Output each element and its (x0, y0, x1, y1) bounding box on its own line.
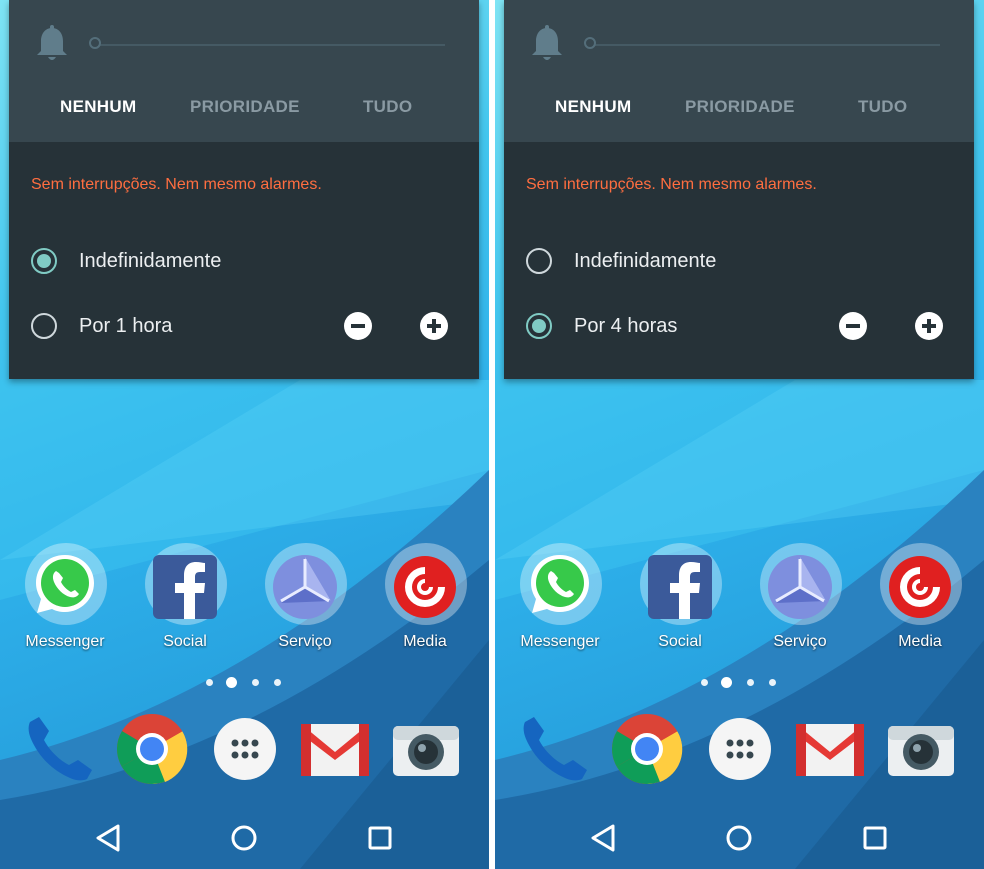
app-label: Media (403, 633, 447, 650)
app-label: Messenger (25, 633, 105, 650)
warning-text: Sem interrupções. Nem mesmo alarmes. (31, 176, 322, 193)
volume-slider-thumb[interactable] (89, 37, 101, 49)
phone-screen-left: NENHUM PRIORIDADE TUDO Sem interrupções.… (0, 0, 489, 869)
option-duration[interactable]: Por 4 horas (526, 311, 966, 341)
warning-text: Sem interrupções. Nem mesmo alarmes. (526, 176, 817, 193)
option-indefinitely[interactable]: Indefinidamente (526, 246, 966, 276)
bell-icon (532, 25, 562, 60)
app-folder-messenger[interactable]: Messenger (514, 543, 606, 659)
pocketcasts-icon (889, 556, 951, 618)
option-indefinitely[interactable]: Indefinidamente (31, 246, 471, 276)
option-label: Indefinidamente (574, 250, 717, 272)
interruptions-panel: NENHUM PRIORIDADE TUDO Sem interrupções.… (9, 0, 479, 379)
page-dot (206, 679, 213, 686)
app-label: Media (898, 633, 942, 650)
page-dot (274, 679, 281, 686)
app-drawer-icon[interactable] (703, 712, 777, 786)
increase-duration-button[interactable] (420, 312, 448, 340)
app-label: Messenger (520, 633, 600, 650)
volume-slider-track[interactable] (594, 44, 940, 46)
home-icon[interactable] (719, 818, 759, 858)
chrome-icon[interactable] (610, 712, 684, 786)
camera-icon[interactable] (389, 712, 463, 786)
clock-icon (273, 555, 337, 619)
option-label: Por 4 horas (574, 315, 678, 337)
app-folder-social[interactable]: Social (139, 543, 231, 659)
tab-nenhum[interactable]: NENHUM (60, 97, 136, 117)
page-indicator (206, 675, 286, 691)
facebook-icon (153, 555, 217, 619)
option-label: Indefinidamente (79, 250, 222, 272)
back-icon[interactable] (88, 818, 128, 858)
app-folder-media[interactable]: Media (379, 543, 471, 659)
clock-icon (768, 555, 832, 619)
radio-button[interactable] (526, 248, 552, 274)
tab-prioridade[interactable]: PRIORIDADE (685, 97, 795, 117)
app-folder-servico[interactable]: Serviço (754, 543, 846, 659)
panel-header (9, 0, 479, 142)
panel-header (504, 0, 974, 142)
decrease-duration-button[interactable] (839, 312, 867, 340)
interruptions-panel: NENHUM PRIORIDADE TUDO Sem interrupções.… (504, 0, 974, 379)
page-dot (252, 679, 259, 686)
app-folder-media[interactable]: Media (874, 543, 966, 659)
phone-icon[interactable] (22, 712, 96, 786)
tab-tudo[interactable]: TUDO (363, 97, 412, 117)
radio-button[interactable] (31, 313, 57, 339)
app-label: Serviço (773, 633, 827, 650)
page-dot-current (226, 677, 237, 688)
bell-icon (37, 25, 67, 60)
radio-button[interactable] (526, 313, 552, 339)
recents-icon[interactable] (360, 818, 400, 858)
page-dot (747, 679, 754, 686)
tab-nenhum[interactable]: NENHUM (555, 97, 631, 117)
back-icon[interactable] (583, 818, 623, 858)
recents-icon[interactable] (855, 818, 895, 858)
page-dot-current (721, 677, 732, 688)
option-duration[interactable]: Por 1 hora (31, 311, 471, 341)
home-icon[interactable] (224, 818, 264, 858)
app-label: Serviço (278, 633, 332, 650)
phone-screen-right: NENHUM PRIORIDADE TUDO Sem interrupções.… (495, 0, 984, 869)
page-dot (769, 679, 776, 686)
radio-button[interactable] (31, 248, 57, 274)
decrease-duration-button[interactable] (344, 312, 372, 340)
tab-prioridade[interactable]: PRIORIDADE (190, 97, 300, 117)
app-folder-social[interactable]: Social (634, 543, 726, 659)
page-indicator (701, 675, 781, 691)
whatsapp-icon (531, 555, 589, 613)
app-folder-servico[interactable]: Serviço (259, 543, 351, 659)
gmail-icon[interactable] (298, 712, 372, 786)
volume-slider-track[interactable] (99, 44, 445, 46)
pocketcasts-icon (394, 556, 456, 618)
app-label: Social (658, 633, 702, 650)
whatsapp-icon (36, 555, 94, 613)
option-label: Por 1 hora (79, 315, 173, 337)
gmail-icon[interactable] (793, 712, 867, 786)
camera-icon[interactable] (884, 712, 958, 786)
increase-duration-button[interactable] (915, 312, 943, 340)
volume-slider-thumb[interactable] (584, 37, 596, 49)
page-dot (701, 679, 708, 686)
facebook-icon (648, 555, 712, 619)
app-drawer-icon[interactable] (208, 712, 282, 786)
chrome-icon[interactable] (115, 712, 189, 786)
app-label: Social (163, 633, 207, 650)
phone-icon[interactable] (517, 712, 591, 786)
app-folder-messenger[interactable]: Messenger (19, 543, 111, 659)
tab-tudo[interactable]: TUDO (858, 97, 907, 117)
